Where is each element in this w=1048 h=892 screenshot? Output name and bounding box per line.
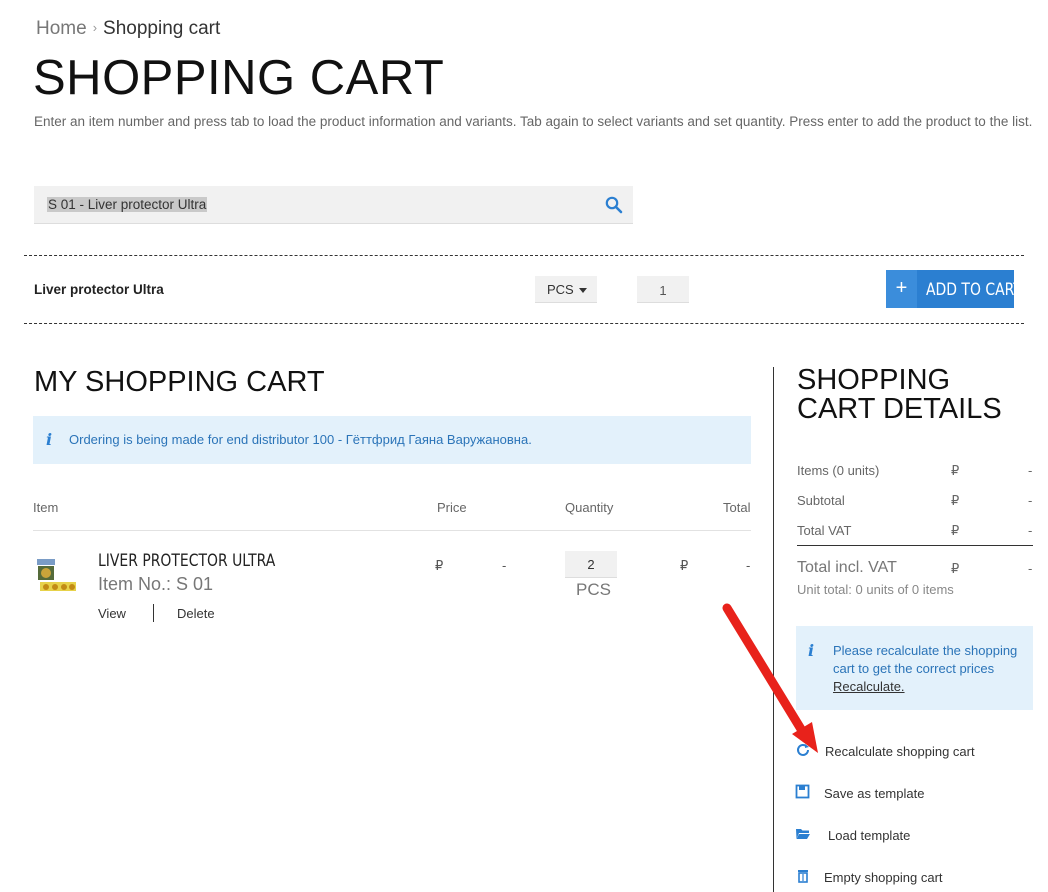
link-divider <box>153 604 154 622</box>
details-total-divider <box>797 545 1033 546</box>
load-template-button[interactable]: Load template <box>828 828 910 843</box>
breadcrumb-home-link[interactable]: Home <box>36 18 87 39</box>
distributor-info-box: i Ordering is being made for end distrib… <box>33 416 751 464</box>
trash-icon[interactable] <box>795 868 811 884</box>
cart-item-price-value: - <box>502 558 507 573</box>
details-vat-value: - <box>1028 523 1033 538</box>
search-icon[interactable] <box>605 196 623 214</box>
page-title: SHOPPING CART <box>33 51 445 105</box>
cart-item-price-currency: ₽ <box>435 558 444 573</box>
folder-open-icon[interactable] <box>795 826 811 842</box>
product-thumbnail[interactable] <box>36 556 78 596</box>
column-header-quantity: Quantity <box>565 500 614 515</box>
details-vat-label: Total VAT <box>797 523 852 538</box>
cart-item-quantity-input[interactable]: 2 <box>565 551 617 578</box>
chevron-down-icon <box>579 288 587 293</box>
recalculate-notice: i Please recalculate the shopping cart t… <box>796 626 1033 710</box>
save-as-template-button[interactable]: Save as template <box>824 786 924 801</box>
cart-item-total-currency: ₽ <box>680 558 689 573</box>
cart-details-title-line1: SHOPPING <box>797 364 951 396</box>
details-items-label: Items (0 units) <box>797 463 880 478</box>
quick-add-product-name: Liver protector Ultra <box>34 282 164 297</box>
details-total-currency: ₽ <box>951 561 960 576</box>
quick-add-divider-bottom <box>24 323 1024 324</box>
cart-item-unit: PCS <box>576 580 611 599</box>
recalculate-notice-message: Please recalculate the shopping cart to … <box>833 643 1018 676</box>
details-vat-currency: ₽ <box>951 523 960 538</box>
details-items-currency: ₽ <box>951 463 960 478</box>
details-total-value: - <box>1028 561 1033 576</box>
cart-item-view-link[interactable]: View <box>98 606 126 621</box>
quick-add-unit-select[interactable]: PCS <box>535 276 597 303</box>
table-header-divider <box>33 530 751 531</box>
details-unit-total: Unit total: 0 units of 0 items <box>797 582 954 597</box>
details-subtotal-label: Subtotal <box>797 493 845 508</box>
floppy-disk-icon[interactable] <box>795 784 811 800</box>
breadcrumb: Home › Shopping cart <box>36 18 220 40</box>
cart-details-title: SHOPPING CART DETAILS <box>797 366 1027 424</box>
plus-icon: + <box>886 270 917 308</box>
search-box[interactable]: S 01 - Liver protector Ultra <box>34 186 633 224</box>
recalculate-link[interactable]: Recalculate. <box>833 679 905 694</box>
quick-add-divider-top <box>24 255 1024 256</box>
my-cart-title: MY SHOPPING CART <box>34 366 325 398</box>
recalculate-notice-text: Please recalculate the shopping cart to … <box>833 642 1023 696</box>
search-input[interactable]: S 01 - Liver protector Ultra <box>47 197 208 212</box>
breadcrumb-current: Shopping cart <box>103 18 221 39</box>
details-subtotal-currency: ₽ <box>951 493 960 508</box>
cart-item-total-value: - <box>746 558 751 573</box>
details-subtotal-value: - <box>1028 493 1033 508</box>
cart-details-title-line2: CART DETAILS <box>797 393 1002 425</box>
quick-add-quantity-input[interactable]: 1 <box>637 276 689 303</box>
info-icon: i <box>46 430 53 449</box>
details-total-label: Total incl. VAT <box>797 559 897 576</box>
unit-select-value: PCS <box>547 282 574 297</box>
add-to-cart-label: ADD TO CART <box>926 280 1022 300</box>
column-header-item: Item <box>33 500 59 515</box>
column-header-total: Total <box>723 500 751 515</box>
page-intro: Enter an item number and press tab to lo… <box>34 114 1033 129</box>
add-to-cart-button[interactable]: + ADD TO CART <box>886 270 1022 308</box>
cart-item-number: Item No.: S 01 <box>98 574 214 594</box>
breadcrumb-separator: › <box>92 20 98 35</box>
column-header-price: Price <box>437 500 467 515</box>
empty-cart-button[interactable]: Empty shopping cart <box>824 870 943 885</box>
cart-item-delete-link[interactable]: Delete <box>177 606 215 621</box>
annotation-arrow-icon <box>722 603 818 753</box>
details-items-value: - <box>1028 463 1033 478</box>
cart-item-name[interactable]: LIVER PROTECTOR ULTRA <box>98 551 275 571</box>
recalculate-cart-button[interactable]: Recalculate shopping cart <box>825 744 975 759</box>
distributor-info-text: Ordering is being made for end distribut… <box>69 432 532 447</box>
